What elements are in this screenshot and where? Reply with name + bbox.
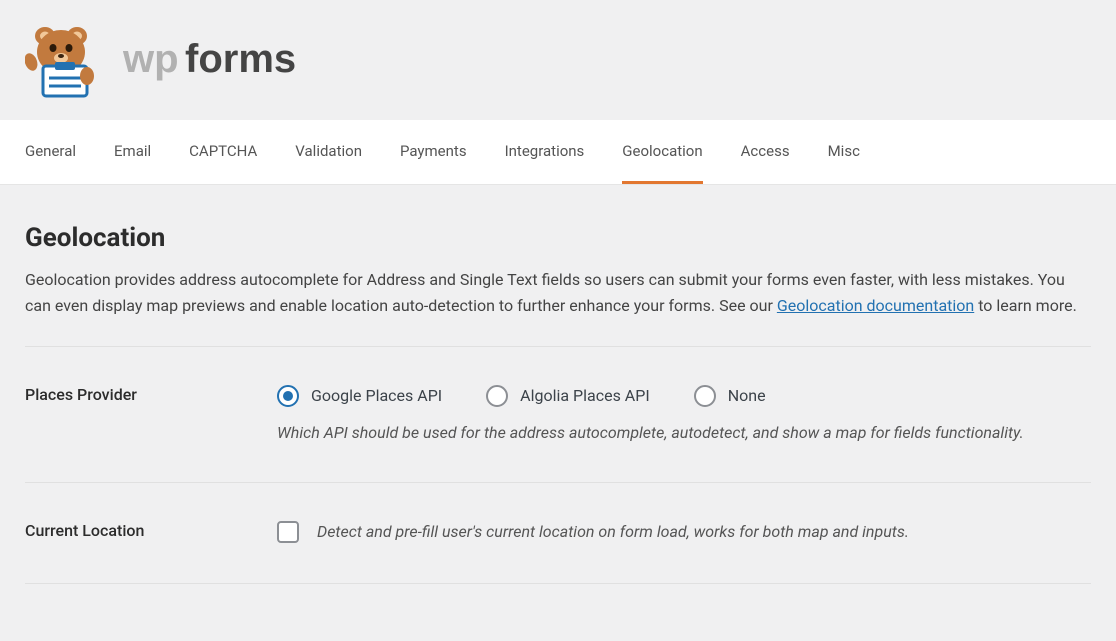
divider [25, 583, 1091, 584]
radio-indicator[interactable] [486, 385, 508, 407]
tab-general[interactable]: General [25, 120, 76, 184]
page-description: Geolocation provides address autocomplet… [25, 267, 1085, 346]
tab-validation[interactable]: Validation [295, 120, 362, 184]
tab-geolocation[interactable]: Geolocation [622, 120, 702, 184]
setting-row-current-location: Current Location Detect and pre-fill use… [25, 482, 1091, 583]
radio-indicator[interactable] [277, 385, 299, 407]
description-text-post: to learn more. [974, 296, 1077, 315]
current-location-checkbox[interactable] [277, 521, 299, 543]
places-provider-help: Which API should be used for the address… [277, 423, 1091, 442]
tab-access[interactable]: Access [741, 120, 790, 184]
radio-label: None [728, 386, 766, 405]
page-title: Geolocation [25, 223, 1091, 253]
places-provider-label: Places Provider [25, 385, 277, 404]
radio-indicator[interactable] [694, 385, 716, 407]
tab-email[interactable]: Email [114, 120, 151, 184]
places-provider-radio-group: Google Places API Algolia Places API None [277, 385, 1091, 407]
wpforms-mascot-icon [25, 24, 109, 98]
radio-algolia-places-api[interactable]: Algolia Places API [486, 385, 650, 407]
current-location-label: Current Location [25, 521, 277, 540]
wpforms-logo: wp forms [25, 24, 1091, 98]
svg-text:forms: forms [185, 40, 296, 81]
current-location-control: Detect and pre-fill user's current locat… [277, 521, 1091, 543]
settings-tabs: General Email CAPTCHA Validation Payments Int… [0, 120, 1116, 185]
tab-payments[interactable]: Payments [400, 120, 467, 184]
tab-integrations[interactable]: Integrations [505, 120, 585, 184]
geolocation-doc-link[interactable]: Geolocation documentation [777, 296, 974, 315]
content: Geolocation Geolocation provides address… [0, 185, 1116, 584]
radio-none[interactable]: None [694, 385, 766, 407]
header: wp forms [0, 0, 1116, 120]
setting-row-places-provider: Places Provider Google Places API Algolia… [25, 346, 1091, 482]
tab-misc[interactable]: Misc [828, 120, 860, 184]
wpforms-wordmark-icon: wp forms [123, 40, 329, 82]
radio-label: Google Places API [311, 386, 442, 405]
radio-label: Algolia Places API [520, 386, 650, 405]
current-location-checkbox-row: Detect and pre-fill user's current locat… [277, 521, 1091, 543]
current-location-help: Detect and pre-fill user's current locat… [317, 522, 909, 541]
radio-google-places-api[interactable]: Google Places API [277, 385, 442, 407]
places-provider-control: Google Places APIAlgolia Places APINone … [277, 385, 1091, 442]
svg-text:wp: wp [123, 40, 179, 81]
tab-captcha[interactable]: CAPTCHA [189, 120, 257, 184]
